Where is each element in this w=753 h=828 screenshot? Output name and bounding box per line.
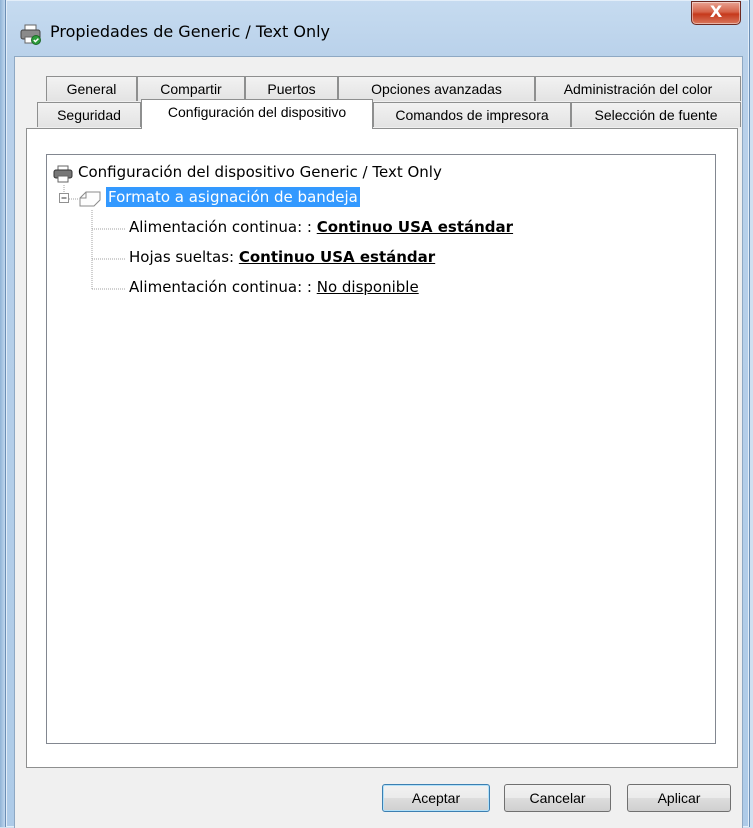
cancel-button[interactable]: Cancelar bbox=[504, 784, 611, 812]
tab-opciones-avanzadas[interactable]: Opciones avanzadas bbox=[338, 76, 535, 101]
properties-window: Propiedades de Generic / Text Only X Gen… bbox=[5, 0, 750, 828]
minus-box-icon[interactable] bbox=[59, 193, 70, 204]
title-bar[interactable]: Propiedades de Generic / Text Only X bbox=[6, 0, 749, 56]
printer-icon bbox=[20, 24, 41, 45]
tree-item-2-label: Hojas sueltas: bbox=[129, 248, 235, 266]
tree-item-1-label: Alimentación continua: : bbox=[129, 218, 312, 236]
tab-seleccion-fuente[interactable]: Selección de fuente bbox=[571, 102, 741, 127]
tab-compartir[interactable]: Compartir bbox=[137, 76, 245, 101]
settings-tree[interactable]: Configuración del dispositivo Generic / … bbox=[46, 154, 716, 744]
tab-row-front: Seguridad Configuración del dispositivo … bbox=[15, 99, 742, 129]
tab-general[interactable]: General bbox=[46, 76, 137, 101]
tree-item-3-value[interactable]: No disponible bbox=[317, 278, 419, 296]
ok-button[interactable]: Aceptar bbox=[382, 784, 490, 812]
tab-configuracion-dispositivo[interactable]: Configuración del dispositivo bbox=[141, 99, 373, 129]
tab-row-back: General Compartir Puertos Opciones avanz… bbox=[15, 76, 742, 102]
tree-item-1[interactable]: Alimentación continua: : Continuo USA es… bbox=[129, 218, 513, 236]
tab-administracion-color[interactable]: Administración del color bbox=[535, 76, 741, 101]
tree-group-label[interactable]: Formato a asignación de bandeja bbox=[106, 187, 360, 207]
dialog-client: General Compartir Puertos Opciones avanz… bbox=[14, 56, 743, 828]
tab-panel: Configuración del dispositivo Generic / … bbox=[26, 128, 738, 768]
window-title: Propiedades de Generic / Text Only bbox=[50, 22, 330, 41]
tree-group-selected: Formato a asignación de bandeja bbox=[106, 187, 360, 207]
tree-item-1-value[interactable]: Continuo USA estándar bbox=[317, 218, 513, 236]
tree-item-2[interactable]: Hojas sueltas: Continuo USA estándar bbox=[129, 248, 435, 266]
tab-comandos-impresora[interactable]: Comandos de impresora bbox=[373, 102, 571, 127]
tree-item-3[interactable]: Alimentación continua: : No disponible bbox=[129, 278, 419, 296]
apply-button[interactable]: Aplicar bbox=[627, 784, 731, 812]
tray-icon bbox=[79, 191, 101, 207]
tab-puertos[interactable]: Puertos bbox=[245, 76, 338, 101]
close-button[interactable]: X bbox=[691, 1, 741, 25]
tree-root-label[interactable]: Configuración del dispositivo Generic / … bbox=[78, 163, 442, 181]
tree-item-2-value[interactable]: Continuo USA estándar bbox=[239, 248, 435, 266]
tree-item-3-label: Alimentación continua: : bbox=[129, 278, 312, 296]
tab-seguridad[interactable]: Seguridad bbox=[37, 102, 141, 127]
printer-icon bbox=[53, 165, 73, 183]
